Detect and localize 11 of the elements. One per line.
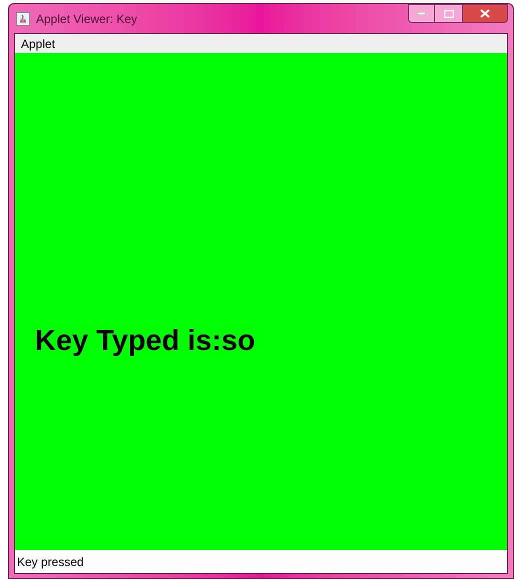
status-text: Key pressed xyxy=(16,554,84,570)
close-icon xyxy=(480,9,490,18)
minimize-icon xyxy=(417,12,426,15)
key-typed-text: Key Typed is:so xyxy=(35,324,256,359)
minimize-button[interactable] xyxy=(408,4,435,23)
maximize-icon xyxy=(444,10,454,18)
close-button[interactable] xyxy=(462,4,508,23)
java-cup-icon xyxy=(16,12,30,26)
maximize-button[interactable] xyxy=(435,4,462,23)
window-title: Applet Viewer: Key xyxy=(36,10,138,28)
menu-item[interactable]: Applet xyxy=(15,34,62,52)
